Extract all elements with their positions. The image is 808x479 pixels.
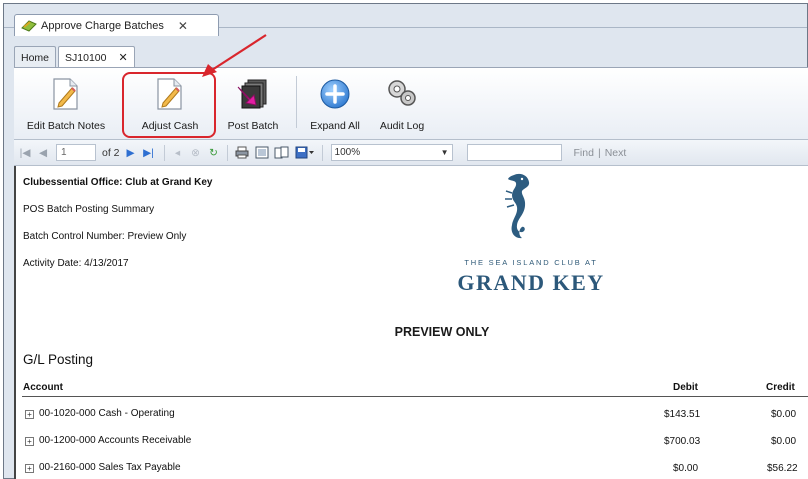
audit-log-icon	[384, 76, 420, 112]
column-header-debit: Debit	[673, 382, 698, 393]
next-link[interactable]: Next	[605, 147, 627, 159]
previous-page-icon[interactable]: ◀	[36, 147, 50, 159]
zoom-value: 100%	[334, 147, 361, 158]
page-count-label: of 2	[102, 146, 120, 159]
close-icon[interactable]: ✕	[118, 51, 127, 64]
post-batch-icon	[235, 76, 271, 112]
preview-banner: PREVIEW ONLY	[394, 325, 490, 339]
approve-batches-icon	[21, 19, 37, 33]
column-header-account: Account	[23, 382, 63, 393]
next-page-icon[interactable]: ▶	[124, 147, 138, 159]
back-icon[interactable]: ◂	[171, 147, 185, 159]
export-icon[interactable]	[294, 146, 316, 159]
row-debit: $0.00	[673, 463, 699, 474]
edit-notes-icon	[48, 76, 84, 112]
report-office: Clubessential Office: Club at Grand Key	[23, 177, 213, 188]
tab-approve-charge-batches[interactable]: Approve Charge Batches ✕	[14, 14, 219, 36]
toolbar-separator	[226, 144, 228, 161]
row-account-label: 00-1020-000 Cash - Operating	[39, 408, 175, 419]
chevron-down-icon: ▼	[440, 148, 449, 157]
find-link[interactable]: Find	[574, 147, 594, 159]
report-navigation-bar: |◀ ◀ 1 of 2 ▶ ▶| ◂ ⊗ ↻ 100% ▼ Find | Nex…	[14, 140, 808, 166]
expand-row-icon[interactable]: +	[25, 464, 34, 473]
page-number-input[interactable]: 1	[56, 144, 96, 161]
row-credit: $0.00	[771, 409, 797, 420]
report-activity-date: Activity Date: 4/13/2017	[23, 258, 129, 269]
toolbar-separator	[163, 144, 165, 161]
club-tagline: THE SEA ISLAND CLUB AT	[464, 258, 598, 267]
column-header-credit: Credit	[766, 382, 795, 393]
row-credit: $56.22	[767, 463, 798, 474]
page-setup-icon[interactable]	[274, 146, 290, 159]
tab-sj10100-label: SJ10100	[65, 51, 107, 64]
button-label: Edit Batch Notes	[26, 120, 106, 132]
toolbar-separator	[296, 76, 297, 128]
header-divider	[22, 396, 808, 397]
report-summary-title: POS Batch Posting Summary	[23, 204, 155, 215]
report-batch-control: Batch Control Number: Preview Only	[23, 231, 187, 242]
row-account-label: 00-1200-000 Accounts Receivable	[39, 435, 192, 446]
report-viewer: Clubessential Office: Club at Grand Key …	[14, 166, 808, 479]
row-account: +00-1020-000 Cash - Operating	[25, 408, 175, 419]
expand-all-icon	[317, 76, 353, 112]
row-account-label: 00-2160-000 Sales Tax Payable	[39, 462, 181, 473]
row-account: +00-1200-000 Accounts Receivable	[25, 435, 191, 446]
close-icon[interactable]: ✕	[178, 19, 188, 33]
edit-batch-notes-button[interactable]: Edit Batch Notes	[20, 74, 112, 136]
row-account: +00-2160-000 Sales Tax Payable	[25, 462, 181, 473]
inner-tabstrip: Home SJ10100 ✕	[14, 46, 137, 68]
stop-icon[interactable]: ⊗	[189, 147, 203, 159]
find-input[interactable]	[466, 144, 562, 161]
button-label: Audit Log	[379, 120, 425, 132]
highlight-annotation-box	[122, 72, 216, 138]
club-name-logo: GRAND KEY	[457, 270, 605, 295]
post-batch-button[interactable]: Post Batch	[218, 74, 288, 136]
expand-row-icon[interactable]: +	[25, 437, 34, 446]
toolbar-separator	[321, 144, 323, 161]
refresh-icon[interactable]: ↻	[207, 147, 221, 159]
button-label: Expand All	[310, 120, 360, 132]
expand-all-button[interactable]: Expand All	[304, 74, 366, 136]
app-window: Approve Charge Batches ✕ Home SJ10100 ✕ …	[3, 3, 808, 479]
print-layout-icon[interactable]	[254, 146, 270, 159]
expand-row-icon[interactable]: +	[25, 410, 34, 419]
zoom-select[interactable]: 100% ▼	[330, 144, 453, 161]
find-divider: |	[597, 146, 601, 159]
last-page-icon[interactable]: ▶|	[142, 147, 156, 159]
button-label: Post Batch	[227, 120, 279, 132]
section-title: G/L Posting	[23, 352, 94, 367]
row-credit: $0.00	[771, 436, 797, 447]
tab-home[interactable]: Home	[14, 46, 57, 68]
tab-home-label: Home	[21, 51, 50, 64]
first-page-icon[interactable]: |◀	[18, 147, 32, 159]
tab-sj10100[interactable]: SJ10100 ✕	[58, 46, 135, 68]
audit-log-button[interactable]: Audit Log	[374, 74, 430, 136]
row-debit: $143.51	[664, 409, 701, 420]
tab-label: Approve Charge Batches	[41, 19, 164, 32]
seahorse-logo-icon	[500, 171, 536, 241]
print-icon[interactable]	[234, 146, 250, 159]
row-debit: $700.03	[664, 436, 701, 447]
arrow-annotation-icon	[190, 32, 270, 80]
